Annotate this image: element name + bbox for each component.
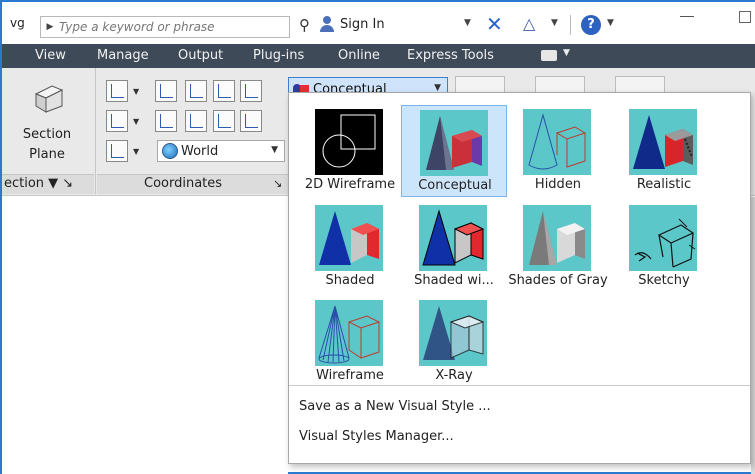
chevron-down-icon: ▼ [271,145,278,155]
gallery-divider [289,385,750,386]
style-label: Shaded [325,273,375,288]
style-shades-of-gray[interactable]: Shades of Gray [505,201,611,293]
style-shaded[interactable]: Shaded [297,201,403,293]
visual-styles-manager-item[interactable]: Visual Styles Manager... [299,429,454,444]
style-label: Wireframe [316,368,384,383]
ribbon-minimize-icon[interactable] [541,50,557,61]
drawing-area[interactable] [2,197,288,474]
x-ray-thumbnail [419,300,487,366]
section-plane-button[interactable]: Section Plane [22,125,72,165]
style-conceptual[interactable]: Conceptual [401,105,507,197]
title-bar: vg ▶ Type a keyword or phrase ⚲ Sign In … [2,2,755,44]
user-icon [320,16,334,32]
drawing-area-edge [751,197,755,474]
style-label: Hidden [534,177,582,192]
ribbon-tab-bar: View Manage Output Plug-ins Online Expre… [2,44,755,68]
section-panel-title[interactable]: ection ▼ ↘ [2,174,94,194]
ucs-select[interactable]: World ▼ [157,140,285,162]
globe-icon [162,143,178,159]
style-shaded-with-edges[interactable]: Shaded wi... [401,201,507,293]
ucs-x-icon[interactable] [106,110,128,132]
style-label: Shades of Gray [508,273,608,288]
search-input[interactable]: Type a keyword or phrase [59,20,215,34]
ucs-previous-icon[interactable] [155,110,177,132]
ucs-z-axis-icon[interactable] [213,110,235,132]
a360-dropdown-icon[interactable]: ▼ [551,18,558,28]
document-title: vg [10,16,25,30]
style-label: Conceptual [418,178,492,193]
tab-view[interactable]: View [35,48,66,63]
tab-online[interactable]: Online [338,48,380,63]
2d-wireframe-thumbnail [315,109,383,175]
sign-in-button[interactable]: Sign In [320,16,385,32]
autodesk-a360-icon[interactable]: △ [523,14,535,33]
section-panel-label: ection ▼ ↘ [4,176,74,191]
maximize-button[interactable] [739,11,751,23]
style-label: Shaded wi... [414,273,494,288]
sketchy-thumbnail [629,205,697,271]
ucs-named-icon[interactable] [155,80,177,102]
sign-in-dropdown-icon[interactable]: ▼ [464,18,471,28]
titlebar-divider [570,15,571,35]
tab-plug-ins[interactable]: Plug-ins [253,48,304,63]
tab-output[interactable]: Output [178,48,223,63]
shades-of-gray-thumbnail [523,205,591,271]
style-2d-wireframe[interactable]: 2D Wireframe [297,105,403,197]
style-label: X-Ray [435,368,473,383]
save-as-new-visual-style-item[interactable]: Save as a New Visual Style ... [299,399,491,414]
ucs-view-icon[interactable] [213,80,235,102]
search-box[interactable]: ▶ Type a keyword or phrase [40,16,290,38]
style-sketchy[interactable]: Sketchy [611,201,717,293]
style-x-ray[interactable]: X-Ray [401,296,507,388]
ucs-display-dropdown-icon[interactable]: ▼ [133,147,139,156]
shaded-thumbnail [315,205,383,271]
search-expand-icon[interactable]: ▶ [41,22,59,32]
ucs-3point-icon[interactable] [240,110,262,132]
ucs-x-dropdown-icon[interactable]: ▼ [133,117,139,126]
hidden-thumbnail [523,109,591,175]
ucs-globe-icon[interactable] [240,80,262,102]
help-icon[interactable]: ? [581,15,601,35]
ucs-world-icon[interactable] [185,80,207,102]
style-hidden[interactable]: Hidden [505,105,611,197]
conceptual-thumbnail [420,110,488,176]
coordinates-panel-title[interactable]: Coordinates ↘ [97,174,289,194]
exchange-icon[interactable]: ✕ [486,12,503,36]
dialog-launcher-icon[interactable]: ↘ [273,177,282,190]
panel-divider [95,68,96,194]
realistic-thumbnail [629,109,697,175]
ribbon-minimize-dropdown-icon[interactable]: ▼ [563,48,570,58]
sign-in-label: Sign In [340,16,385,32]
tab-express-tools[interactable]: Express Tools [407,48,494,63]
ucs-dropdown-icon[interactable]: ▼ [133,87,139,96]
style-label: 2D Wireframe [304,177,396,192]
help-dropdown-icon[interactable]: ▼ [607,18,614,28]
wireframe-thumbnail [315,300,383,366]
style-label: Sketchy [638,273,690,288]
section-plane-label-2: Plane [29,147,65,162]
tab-manage[interactable]: Manage [97,48,149,63]
coordinates-panel-label: Coordinates [144,176,223,191]
ucs-origin-icon[interactable] [185,110,207,132]
section-plane-icon[interactable] [32,80,66,114]
style-realistic[interactable]: Realistic [611,105,717,197]
ucs-icon[interactable] [106,80,128,102]
visual-styles-gallery: 2D Wireframe Conceptual Hidden Realistic… [288,92,751,464]
style-label: Realistic [636,177,692,192]
ucs-select-value: World [181,143,219,159]
section-plane-label-1: Section [22,127,72,142]
ucs-display-icon[interactable] [106,140,128,162]
minimize-button[interactable] [680,16,694,17]
binoculars-icon[interactable]: ⚲ [299,16,310,34]
shaded-with-edges-thumbnail [419,205,487,271]
style-wireframe[interactable]: Wireframe [297,296,403,388]
